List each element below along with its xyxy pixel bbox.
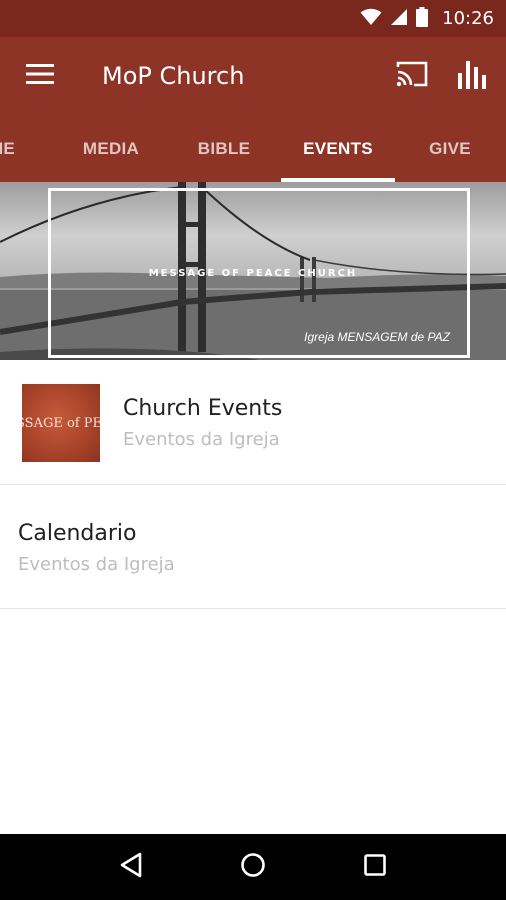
- church-events-thumbnail: SSAGE of PE: [22, 384, 100, 462]
- banner-subtitle: Igreja MENSAGEM de PAZ: [304, 330, 450, 344]
- tab-media[interactable]: MEDIA: [54, 115, 168, 182]
- wifi-icon: [360, 8, 382, 30]
- list-item-church-events[interactable]: SSAGE of PE Church Events Eventos da Igr…: [0, 360, 506, 485]
- recents-button[interactable]: [350, 842, 400, 892]
- list-item-title: Church Events: [123, 396, 283, 421]
- cast-button[interactable]: [382, 37, 442, 115]
- status-bar: 10:26: [0, 0, 506, 37]
- tab-give[interactable]: GIVE: [393, 115, 506, 182]
- back-button[interactable]: [106, 842, 156, 892]
- list-item-subtitle: Eventos da Igreja: [18, 554, 175, 575]
- thumbnail-text: SSAGE of PE: [22, 415, 100, 431]
- battery-icon: [416, 6, 429, 31]
- list-item-calendario[interactable]: Calendario Eventos da Igreja: [0, 485, 506, 609]
- menu-button[interactable]: [0, 37, 80, 115]
- tab-bar: ME MEDIA BIBLE EVENTS GIVE: [0, 115, 506, 182]
- list-item-title: Calendario: [18, 521, 137, 546]
- tab-events[interactable]: EVENTS: [281, 115, 395, 182]
- cell-signal-icon: [390, 8, 408, 30]
- home-button[interactable]: [228, 842, 278, 892]
- hamburger-menu-icon: [26, 63, 54, 89]
- events-list: SSAGE of PE Church Events Eventos da Igr…: [0, 360, 506, 609]
- status-time: 10:26: [442, 8, 494, 29]
- list-item-subtitle: Eventos da Igreja: [123, 429, 280, 450]
- bar-chart-icon: [458, 59, 486, 93]
- stats-button[interactable]: [442, 37, 502, 115]
- app-bar: MoP Church: [0, 37, 506, 115]
- church-banner: MESSAGE OF PEACE CHURCH Igreja MENSAGEM …: [0, 182, 506, 360]
- cast-icon: [395, 60, 429, 92]
- tab-bible[interactable]: BIBLE: [167, 115, 281, 182]
- tab-home[interactable]: ME: [0, 115, 59, 182]
- recents-square-icon: [363, 853, 387, 881]
- back-triangle-icon: [119, 852, 143, 882]
- home-circle-icon: [240, 852, 266, 882]
- app-title: MoP Church: [102, 62, 245, 90]
- banner-title: MESSAGE OF PEACE CHURCH: [148, 268, 358, 279]
- system-nav-bar: [0, 834, 506, 900]
